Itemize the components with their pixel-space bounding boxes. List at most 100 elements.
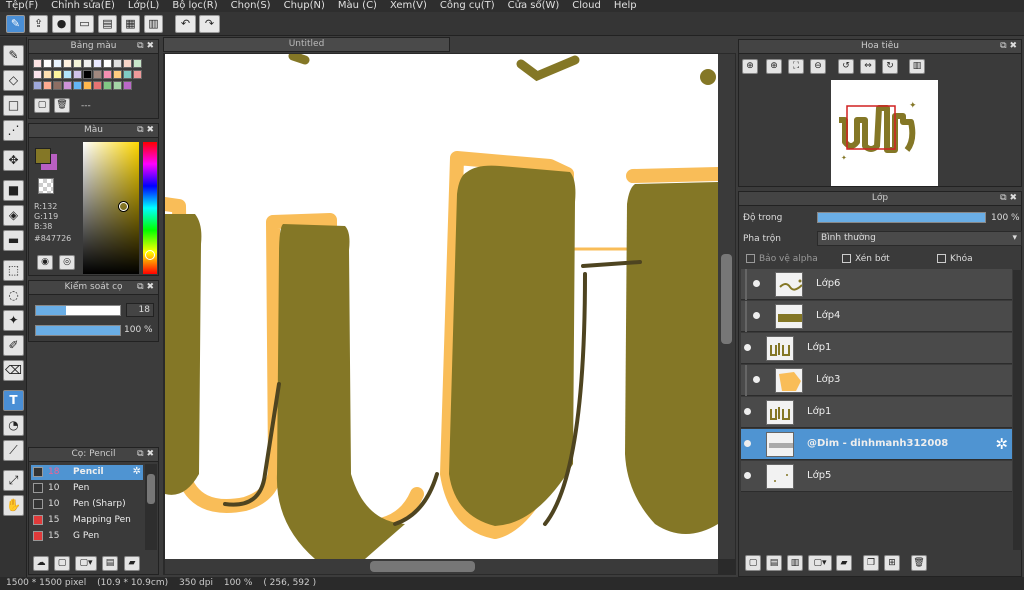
color-set-icon[interactable]: ◎ <box>59 255 75 270</box>
brush-list-item[interactable]: 18 Pencil ✲ <box>31 465 143 480</box>
palette-swatch[interactable] <box>43 81 52 90</box>
text-tool-icon[interactable]: T <box>3 390 24 411</box>
brush-tool-icon[interactable]: ✎ <box>3 45 24 66</box>
brush-list-item[interactable]: 10 Pen (Sharp) <box>31 497 143 512</box>
redo-icon[interactable]: ↷ <box>199 15 220 33</box>
rect-tool-icon[interactable]: □ <box>3 95 24 116</box>
move-tool-icon[interactable]: ✥ <box>3 150 24 171</box>
menu-tools[interactable]: Công cụ(T) <box>440 0 495 12</box>
menu-window[interactable]: Cửa sổ(W) <box>508 0 560 12</box>
menu-cloud[interactable]: Cloud <box>572 0 601 12</box>
brush-settings-icon[interactable]: ▤ <box>102 556 118 571</box>
palette-swatch[interactable] <box>43 70 52 79</box>
zoom-out-icon[interactable]: ⊖ <box>810 59 826 74</box>
palette-swatch[interactable] <box>93 59 102 68</box>
canvas-vertical-scrollbar[interactable] <box>718 54 735 559</box>
palette-icon[interactable]: ◉ <box>37 255 53 270</box>
menu-layer[interactable]: Lớp(L) <box>128 0 159 12</box>
panel-close-icon[interactable]: ⧉ ✖ <box>137 281 154 294</box>
palette-swatch[interactable] <box>133 59 142 68</box>
menu-capture[interactable]: Chụp(N) <box>284 0 325 12</box>
brush-settings-gear-icon[interactable]: ✲ <box>133 466 141 477</box>
brush-opacity-slider[interactable] <box>35 325 121 336</box>
layer-row[interactable]: Lớp6 <box>741 269 1012 300</box>
layer-folder-icon[interactable]: ▰ <box>836 555 852 571</box>
menu-select[interactable]: Chọn(S) <box>231 0 271 12</box>
layer-settings-gear-icon[interactable]: ✲ <box>995 435 1008 453</box>
layer-visibility-eye-icon[interactable] <box>753 280 760 287</box>
operation-tool-icon[interactable]: ◔ <box>3 415 24 436</box>
foreground-color-swatch[interactable] <box>35 148 51 164</box>
export-icon[interactable]: ⇪ <box>29 15 48 33</box>
navigator-options-icon[interactable]: ▥ <box>909 59 925 74</box>
lock-checkbox[interactable] <box>937 254 946 263</box>
palette-swatch[interactable] <box>63 70 72 79</box>
palette-swatch[interactable] <box>33 59 42 68</box>
blend-mode-select[interactable]: Bình thường ▾ <box>817 231 1022 246</box>
menu-help[interactable]: Help <box>614 0 637 12</box>
fit-view-icon[interactable]: ⛶ <box>788 59 804 74</box>
palette-swatch[interactable] <box>63 81 72 90</box>
layer-row[interactable]: Lớp4 <box>741 301 1012 332</box>
panel-close-icon[interactable]: ⧉ ✖ <box>1000 192 1017 205</box>
brush-add-menu-icon[interactable]: ▢▾ <box>75 556 97 571</box>
delete-layer-icon[interactable]: 🗑 <box>911 555 927 571</box>
layer-row[interactable]: Lớp1 <box>741 333 1012 364</box>
palette-swatch[interactable] <box>73 59 82 68</box>
protect-alpha-checkbox[interactable] <box>746 254 755 263</box>
layers-scrollbar[interactable] <box>1013 270 1022 550</box>
brush-new-icon[interactable]: ▢ <box>54 556 70 571</box>
layer-row[interactable]: Lớp1 <box>741 397 1012 428</box>
palette-swatch[interactable] <box>73 81 82 90</box>
palette-swatch[interactable] <box>113 70 122 79</box>
palette-swatch[interactable] <box>93 81 102 90</box>
palette-swatch[interactable] <box>53 70 62 79</box>
palette-swatch[interactable] <box>123 81 132 90</box>
canvas-horizontal-scrollbar[interactable] <box>165 559 718 574</box>
new-layer-icon[interactable]: ▢ <box>745 555 761 571</box>
hand-tool-icon[interactable]: ✋ <box>3 495 24 516</box>
layer-row[interactable]: Lớp3 <box>741 365 1012 396</box>
layer-opacity-slider[interactable] <box>817 212 986 223</box>
duplicate-layer-icon[interactable]: ❐ <box>863 555 879 571</box>
palette-swatch[interactable] <box>43 59 52 68</box>
new-palette-icon[interactable]: ▢ <box>34 98 50 113</box>
palette-swatch[interactable] <box>83 70 92 79</box>
transparent-color-swatch[interactable] <box>38 178 54 194</box>
brush-list-item[interactable]: 15 G Pen <box>31 529 143 544</box>
eraser-tool-icon[interactable]: ◇ <box>3 70 24 91</box>
brush-size-value[interactable]: 18 <box>126 303 154 317</box>
palette-swatch[interactable] <box>103 59 112 68</box>
fill-rect-tool-icon[interactable]: ■ <box>3 180 24 201</box>
palette-swatch[interactable] <box>103 70 112 79</box>
eyedropper-tool-icon[interactable]: ⤢ <box>3 470 24 491</box>
zoom-in-2-icon[interactable]: ⊕ <box>766 59 782 74</box>
layout-icon[interactable]: ▥ <box>144 15 163 33</box>
flip-icon[interactable]: ⇔ <box>860 59 876 74</box>
menu-filter[interactable]: Bộ lọc(R) <box>172 0 217 12</box>
palette-swatch[interactable] <box>83 59 92 68</box>
layer-visibility-eye-icon[interactable] <box>753 312 760 319</box>
select-eraser-tool-icon[interactable]: ⌫ <box>3 360 24 381</box>
layer-visibility-eye-icon[interactable] <box>744 344 751 351</box>
brush-list-item[interactable]: 15 Mapping Pen <box>31 513 143 528</box>
brush-cloud-icon[interactable]: ☁ <box>33 556 49 571</box>
grid-icon[interactable]: ▦ <box>121 15 140 33</box>
layer-visibility-eye-icon[interactable] <box>744 440 751 447</box>
layer-row[interactable]: @Dim - dinhmanh312008 ✲ <box>741 429 1012 460</box>
menu-view[interactable]: Xem(V) <box>390 0 427 12</box>
layer-visibility-eye-icon[interactable] <box>753 376 760 383</box>
new-layer-2-icon[interactable]: ▤ <box>766 555 782 571</box>
brush-folder-icon[interactable]: ▰ <box>124 556 140 571</box>
lasso-tool-icon[interactable]: ◌ <box>3 285 24 306</box>
layer-visibility-eye-icon[interactable] <box>744 408 751 415</box>
palette-swatch[interactable] <box>73 70 82 79</box>
add-layer-menu-icon[interactable]: ▢▾ <box>808 555 832 571</box>
magic-wand-tool-icon[interactable]: ✦ <box>3 310 24 331</box>
gradient-tool-icon[interactable]: ▬ <box>3 230 24 251</box>
panel-close-icon[interactable]: ⧉ ✖ <box>137 124 154 137</box>
select-pen-tool-icon[interactable]: ✐ <box>3 335 24 356</box>
brush-list-scrollbar[interactable] <box>145 464 157 550</box>
palette-swatch[interactable] <box>83 81 92 90</box>
palette-swatch[interactable] <box>63 59 72 68</box>
